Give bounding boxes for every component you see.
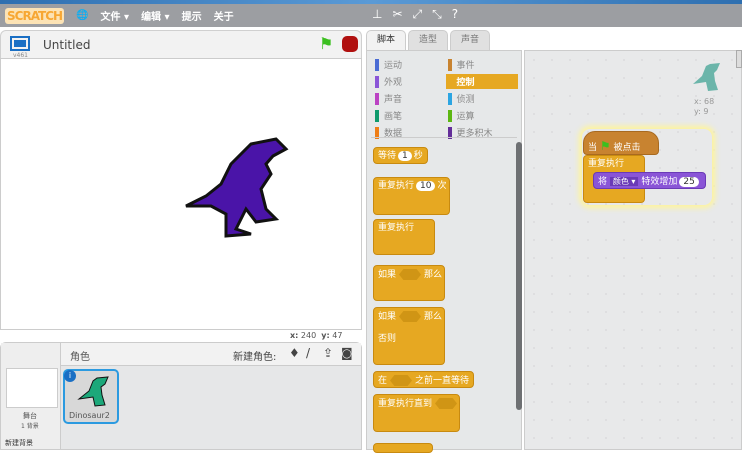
- new-backdrop-label: 新建背景: [5, 439, 33, 447]
- category-color-icon: [447, 75, 452, 88]
- block-wait-until[interactable]: 在之前一直等待: [373, 371, 475, 388]
- block-wait[interactable]: 等待 1 秒: [373, 147, 428, 164]
- category-5[interactable]: 侦测: [446, 91, 519, 106]
- green-flag-icon[interactable]: ⚑: [319, 34, 333, 53]
- category-label: 运算: [456, 112, 475, 122]
- palette-scrollbar[interactable]: [516, 142, 522, 410]
- choose-sprite-icon[interactable]: ♦: [289, 346, 300, 360]
- category-color-icon: [447, 58, 452, 71]
- backdrop-count: 1 背景: [21, 423, 39, 430]
- cut-icon[interactable]: ✂: [392, 7, 402, 22]
- block-partial[interactable]: [373, 443, 433, 453]
- block-if-else[interactable]: 如果 那么 否则: [373, 307, 445, 365]
- block-repeat-until[interactable]: 重复执行直到: [373, 394, 460, 432]
- sprite-name: Dinosaur2: [69, 411, 110, 420]
- grow-icon[interactable]: ⤢: [413, 7, 423, 22]
- upload-sprite-icon[interactable]: ⇪: [323, 346, 333, 360]
- tab-scripts[interactable]: 脚本: [366, 30, 407, 50]
- green-flag-icon: ⚑: [599, 139, 611, 153]
- presentation-mode-icon[interactable]: [10, 36, 30, 51]
- mouse-coordinates: x: 240 y: 47: [290, 331, 343, 340]
- paint-sprite-icon[interactable]: /: [306, 346, 310, 360]
- category-label: 画笔: [384, 112, 403, 122]
- category-label: 声音: [384, 95, 403, 105]
- divider: [371, 137, 517, 138]
- stage-thumbnail[interactable]: [6, 368, 58, 408]
- sprites-title: 角色: [70, 352, 90, 363]
- category-4[interactable]: 声音: [373, 91, 446, 106]
- category-2[interactable]: 外观: [373, 74, 446, 89]
- menu-edit[interactable]: 编辑 ▾: [141, 8, 170, 23]
- shrink-icon[interactable]: ⤡: [432, 7, 442, 22]
- script-area-scroll-handle[interactable]: [736, 50, 742, 68]
- category-label: 侦测: [456, 95, 475, 105]
- change-effect-block[interactable]: 将 颜色 ▾ 特效增加 25: [593, 172, 706, 189]
- category-label: 运动: [384, 61, 403, 71]
- camera-icon[interactable]: ◙: [341, 346, 353, 360]
- stop-icon[interactable]: [342, 36, 358, 52]
- globe-icon[interactable]: 🌐: [76, 10, 88, 21]
- sprite-thumbnail[interactable]: i Dinosaur2: [63, 369, 119, 424]
- new-sprite-label: 新建角色:: [233, 352, 277, 363]
- scratch-logo[interactable]: SCRATCH: [5, 7, 65, 24]
- category-7[interactable]: 运算: [446, 108, 519, 123]
- category-color-icon: [375, 92, 379, 105]
- tab-costumes[interactable]: 造型: [408, 30, 449, 50]
- menu-file[interactable]: 文件 ▾: [101, 8, 130, 23]
- category-label: 外观: [384, 78, 403, 88]
- script-area[interactable]: x: 68 y: 9 当 ⚑ 被点击 重复执行 将 颜色 ▾ 特效增加 25: [524, 50, 742, 450]
- category-color-icon: [447, 92, 452, 105]
- tab-sounds[interactable]: 声音: [450, 30, 491, 50]
- category-label: 控制: [456, 78, 475, 88]
- project-title[interactable]: Untitled: [43, 38, 90, 52]
- block-if[interactable]: 如果 那么: [373, 265, 445, 301]
- sprite-preview-icon: [693, 63, 720, 91]
- stamp-icon[interactable]: ⊥: [372, 7, 382, 22]
- category-0[interactable]: 运动: [373, 57, 446, 72]
- category-list: 运动 事件 外观 控制 声音 侦测 画笔 运算 数据 更多积木: [373, 57, 518, 140]
- category-color-icon: [375, 58, 379, 71]
- effect-dropdown[interactable]: 颜色 ▾: [609, 177, 639, 186]
- sprite-y: y: 9: [694, 107, 709, 116]
- stage-column: 舞台 1 背景 新建背景: [1, 343, 61, 449]
- menu-about[interactable]: 关于: [214, 8, 234, 23]
- block-forever[interactable]: 重复执行: [373, 219, 435, 255]
- category-1[interactable]: 事件: [446, 57, 519, 72]
- sprite-panel: 舞台 1 背景 新建背景 角色 新建角色: ♦ / ⇪ ◙ i Dinosaur…: [0, 342, 362, 450]
- dinosaur-sprite[interactable]: [181, 134, 291, 239]
- block-repeat[interactable]: 重复执行 10 次: [373, 177, 450, 215]
- menu-tips[interactable]: 提示: [182, 8, 202, 23]
- category-label: 事件: [456, 61, 475, 71]
- sprite-x: x: 68: [694, 97, 715, 106]
- help-icon[interactable]: ?: [452, 7, 458, 22]
- when-flag-clicked-block[interactable]: 当 ⚑ 被点击: [583, 131, 659, 155]
- stage-label: 舞台: [23, 412, 37, 420]
- stage-header: v461 Untitled ⚑: [0, 30, 362, 59]
- category-color-icon: [375, 75, 379, 88]
- block-palette: 运动 事件 外观 控制 声音 侦测 画笔 运算 数据 更多积木 等待 1 秒 重复执行 10 次 重复执行…: [366, 50, 522, 453]
- menu-bar: SCRATCH 🌐 文件 ▾ 编辑 ▾ 提示 关于 ⊥ ✂ ⤢ ⤡ ?: [0, 4, 742, 27]
- category-6[interactable]: 画笔: [373, 108, 446, 123]
- editor-tabs: 脚本 造型 声音: [366, 30, 492, 50]
- category-3[interactable]: 控制: [445, 74, 518, 89]
- category-color-icon: [375, 109, 379, 122]
- stage-canvas[interactable]: [0, 58, 362, 330]
- sprite-header: 角色 新建角色: ♦ / ⇪ ◙: [61, 343, 361, 366]
- dinosaur-thumbnail-icon: [77, 376, 109, 407]
- category-color-icon: [447, 109, 452, 122]
